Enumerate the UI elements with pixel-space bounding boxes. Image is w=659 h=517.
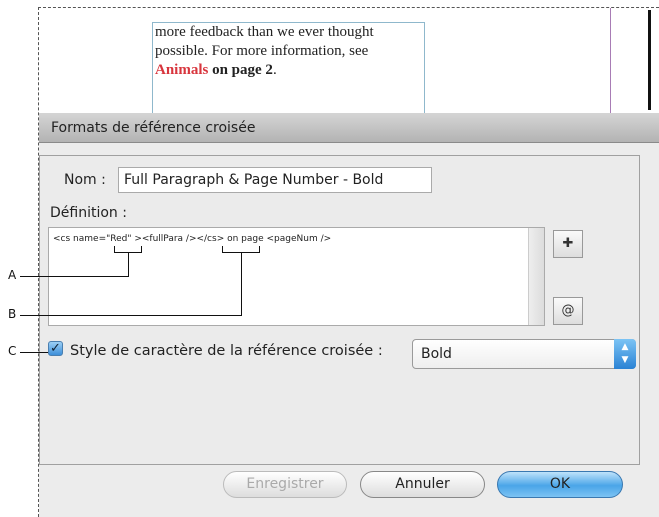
callout-line [222,252,260,253]
text-line: possible. For more information, see [155,43,369,59]
page-border-top [38,7,659,8]
insert-special-character-button[interactable]: @ [553,297,583,325]
text-frame: more feedback than we ever thought possi… [152,22,425,114]
page-edge [648,10,651,110]
ok-button[interactable]: OK [497,471,623,498]
definition-label: Définition : [50,205,127,221]
callout-line [114,252,142,253]
char-style-value: Bold [421,346,452,362]
callout-a: A [8,268,17,282]
callout-line [20,315,242,316]
callout-line [20,352,48,353]
callout-c: C [8,344,17,358]
char-style-label: Style de caractère de la référence crois… [70,343,383,359]
callout-line [222,246,223,253]
checkmark-icon: ✓ [50,341,61,356]
save-button[interactable]: Enregistrer [223,471,347,498]
definition-text: <cs name="Red" ><fullPara /></cs> on pag… [53,234,332,244]
callout-b: B [8,307,17,321]
scrollbar[interactable] [528,228,544,325]
dialog-title: Formats de référence croisée [39,113,659,143]
callout-line [141,246,142,253]
callout-line [241,252,242,316]
text-line: more feedback than we ever thought [155,24,374,40]
callout-line [259,246,260,253]
char-style-checkbox[interactable]: ✓ [48,341,63,356]
page-reference: on page 2 [212,62,273,78]
cross-reference-link[interactable]: Animals [155,62,208,78]
char-style-select[interactable]: Bold ▲ ▼ [412,339,636,369]
name-field[interactable]: Full Paragraph & Page Number - Bold [118,167,432,193]
plus-insert-icon: ✚ [562,236,574,251]
callout-line [114,246,115,253]
column-guide [610,8,611,114]
period: . [272,62,277,78]
updown-arrows-icon: ▲ ▼ [614,339,636,369]
callout-line [20,276,129,277]
cancel-button[interactable]: Annuler [360,471,485,498]
name-label: Nom : [64,172,106,188]
insert-building-block-button[interactable]: ✚ [553,230,583,258]
at-icon: @ [561,303,575,318]
callout-line [128,252,129,277]
